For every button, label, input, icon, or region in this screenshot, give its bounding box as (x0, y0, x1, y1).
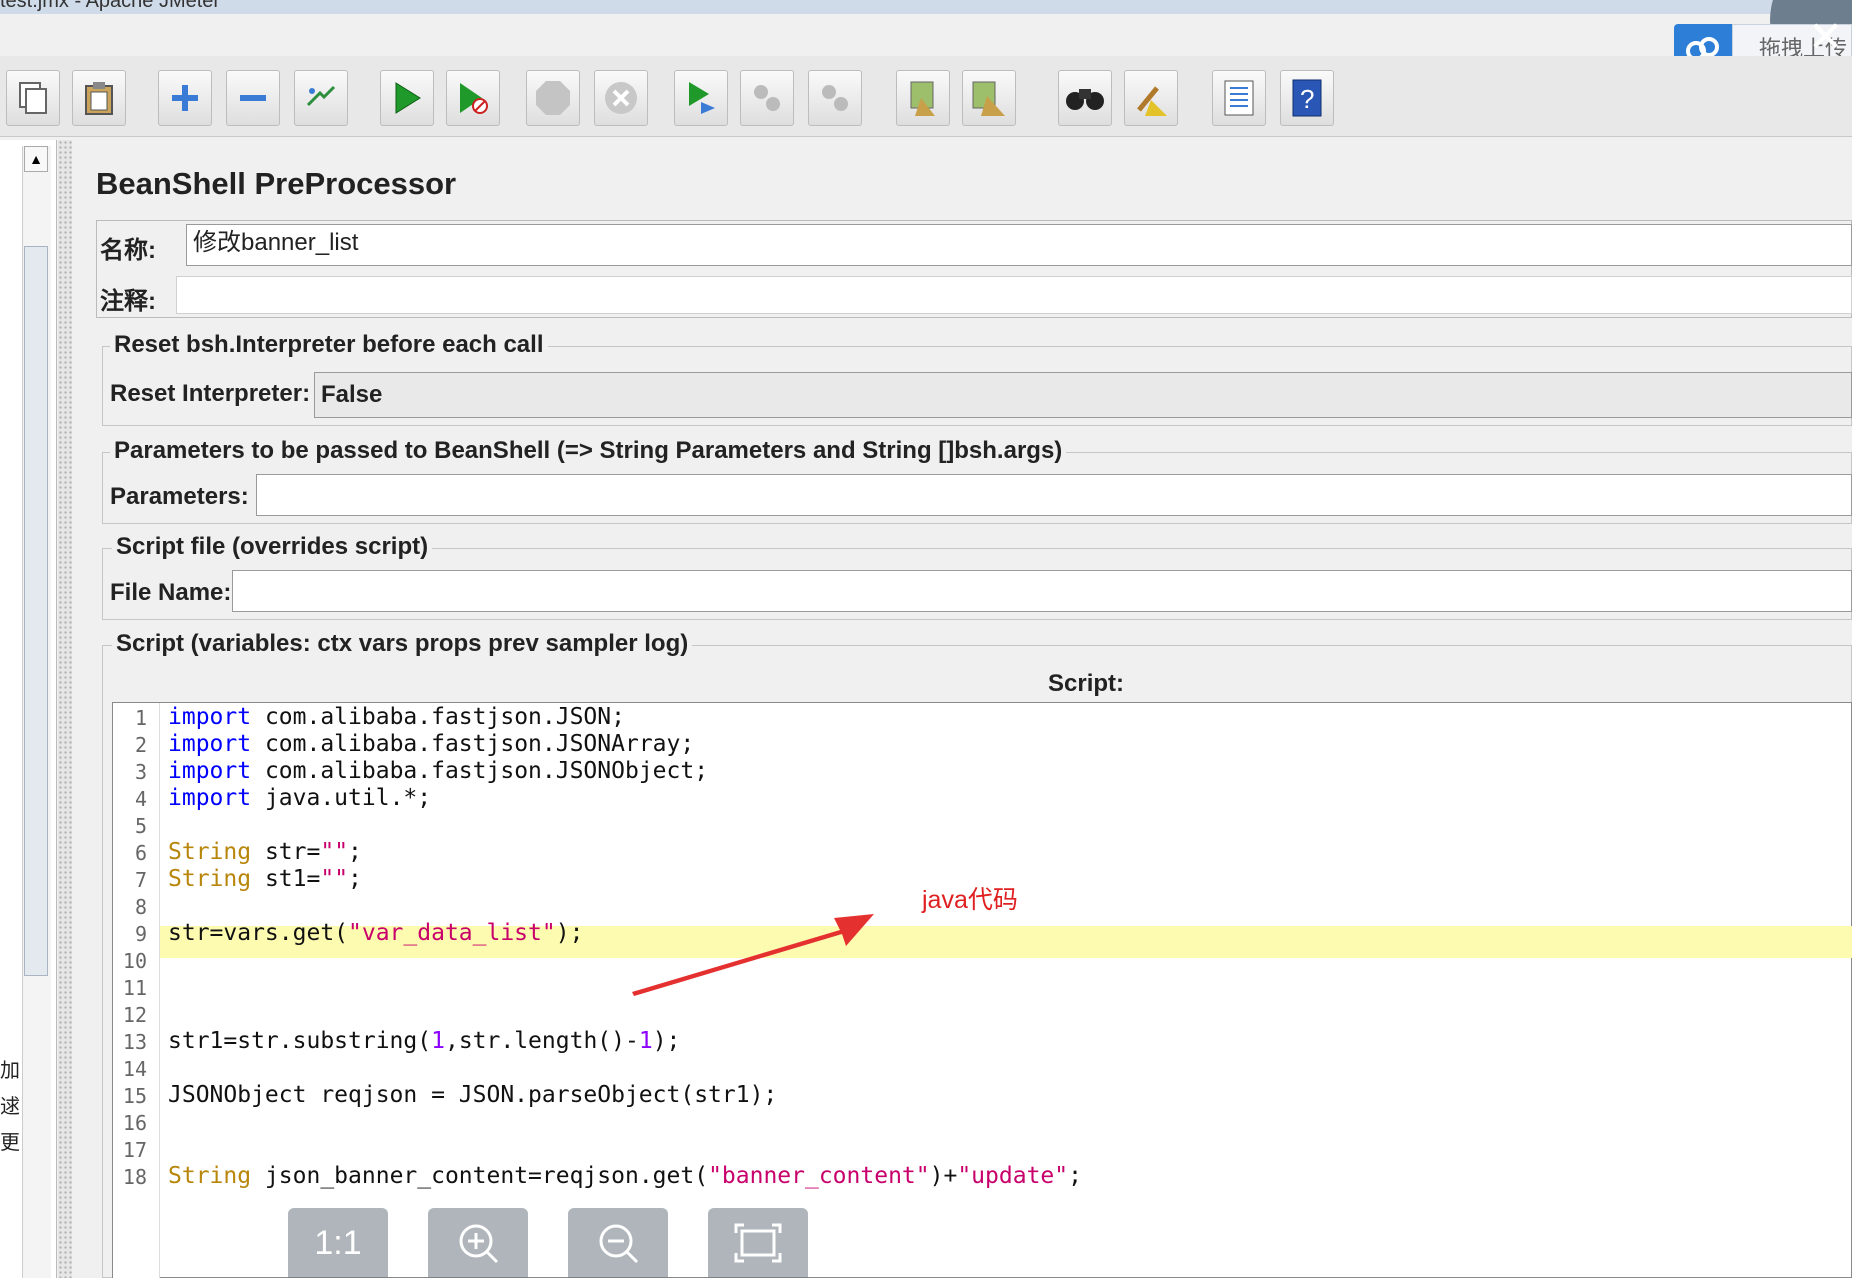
minus-icon (238, 83, 268, 113)
search-button[interactable] (1058, 70, 1112, 126)
broom-icon (905, 78, 941, 118)
comment-field[interactable] (176, 276, 1852, 314)
code-line[interactable]: import com.alibaba.fastjson.JSONArray; (168, 731, 694, 757)
line-number: 18 (122, 1165, 147, 1189)
parameters-field[interactable] (256, 474, 1852, 516)
start-no-pause-button[interactable] (446, 70, 500, 126)
tree-scroll-thumb[interactable] (24, 246, 48, 976)
script-label: Script: (1048, 670, 1125, 697)
expand-button[interactable] (158, 70, 212, 126)
tree-item-fragment[interactable]: 更 (0, 1126, 20, 1155)
code-line[interactable]: JSONObject reqjson = JSON.parseObject(st… (168, 1082, 777, 1108)
line-number: 4 (134, 787, 147, 811)
play-no-timers-icon (456, 81, 490, 115)
reset-interpreter-label: Reset Interpreter: (110, 380, 311, 407)
tree-item-fragment[interactable]: 加 (0, 1054, 20, 1083)
line-number: 16 (122, 1111, 147, 1135)
line-number: 11 (122, 976, 147, 1000)
line-number: 10 (122, 949, 147, 973)
fit-screen-button[interactable] (708, 1208, 808, 1278)
file-name-label: File Name: (110, 579, 232, 606)
actual-size-button[interactable]: 1:1 (288, 1208, 388, 1278)
line-number: 9 (134, 922, 147, 946)
svg-text:?: ? (1300, 84, 1314, 114)
name-label: 名称: (100, 237, 156, 264)
remote-start-button[interactable] (674, 70, 728, 126)
split-pane-divider[interactable] (58, 140, 72, 1278)
reset-search-icon (1131, 78, 1171, 118)
paste-button[interactable] (72, 70, 126, 126)
stop-icon (535, 80, 571, 116)
parameters-group-title: Parameters to be passed to BeanShell (=>… (110, 437, 1067, 465)
remote-stop-icon (749, 80, 785, 116)
script-group-title: Script (variables: ctx vars props prev s… (112, 630, 693, 658)
list-icon (1222, 79, 1256, 117)
line-number: 3 (134, 760, 147, 784)
code-line[interactable]: String str=""; (168, 839, 362, 865)
code-line[interactable]: import com.alibaba.fastjson.JSON; (168, 704, 625, 730)
zoom-out-icon (599, 1224, 639, 1264)
annotation-arrow (632, 914, 874, 996)
line-number: 6 (134, 841, 147, 865)
line-number: 17 (122, 1138, 147, 1162)
annotation-label: java代码 (922, 886, 1018, 914)
line-number: 13 (122, 1030, 147, 1054)
shutdown-button[interactable] (594, 70, 648, 126)
play-icon (392, 81, 422, 115)
window-title-bar: test.jmx - Apache JMeter (0, 0, 1852, 14)
code-line[interactable]: import java.util.*; (168, 785, 431, 811)
line-number: 15 (122, 1084, 147, 1108)
clear-button[interactable] (896, 70, 950, 126)
start-button[interactable] (380, 70, 434, 126)
page-title: BeanShell PreProcessor (96, 166, 457, 201)
collapse-button[interactable] (226, 70, 280, 126)
code-line[interactable]: String json_banner_content=reqjson.get("… (168, 1163, 1082, 1189)
reset-group-title: Reset bsh.Interpreter before each call (110, 331, 548, 359)
remote-stop-button[interactable] (740, 70, 794, 126)
close-icon[interactable]: ✕ (1808, 12, 1843, 61)
line-number: 5 (134, 814, 147, 838)
stop-button[interactable] (526, 70, 580, 126)
script-file-group-title: Script file (overrides script) (112, 533, 433, 561)
window-title: test.jmx - Apache JMeter (0, 0, 221, 12)
code-line[interactable]: str1=str.substring(1,str.length()-1); (168, 1028, 680, 1054)
comment-label: 注释: (100, 288, 156, 315)
tree-item-fragment[interactable]: 逑 (0, 1090, 20, 1119)
scroll-up-arrow-icon[interactable]: ▲ (24, 146, 48, 172)
plus-icon (170, 83, 200, 113)
file-name-field[interactable] (232, 570, 1852, 612)
binoculars-icon (1065, 83, 1105, 113)
line-number: 14 (122, 1057, 147, 1081)
remote-start-icon (683, 80, 719, 116)
zoom-out-button[interactable] (568, 1208, 668, 1278)
broom-all-icon (969, 78, 1009, 118)
remote-shutdown-icon (817, 80, 853, 116)
shutdown-icon (603, 80, 639, 116)
line-number: 12 (122, 1003, 147, 1027)
function-helper-button[interactable] (1212, 70, 1266, 126)
line-number: 1 (134, 706, 147, 730)
line-number: 7 (134, 868, 147, 892)
line-number: 8 (134, 895, 147, 919)
paste-icon (82, 80, 116, 116)
remote-shutdown-button[interactable] (808, 70, 862, 126)
code-line[interactable]: str=vars.get("var_data_list"); (168, 920, 583, 946)
help-icon: ? (1290, 78, 1324, 118)
code-line[interactable]: import com.alibaba.fastjson.JSONObject; (168, 758, 708, 784)
fit-screen-icon (734, 1223, 782, 1263)
copy-button[interactable] (6, 70, 60, 126)
zoom-in-button[interactable] (428, 1208, 528, 1278)
name-field[interactable]: 修改banner_list (186, 224, 1852, 266)
copy-icon (16, 81, 50, 115)
parameters-label: Parameters: (110, 483, 249, 510)
toggle-icon (304, 81, 338, 115)
help-button[interactable]: ? (1280, 70, 1334, 126)
clear-all-button[interactable] (962, 70, 1016, 126)
toggle-button[interactable] (294, 70, 348, 126)
reset-search-button[interactable] (1124, 70, 1178, 126)
code-line[interactable]: String st1=""; (168, 866, 362, 892)
reset-interpreter-select[interactable]: False (314, 372, 1852, 418)
zoom-in-icon (459, 1224, 499, 1264)
line-number: 2 (134, 733, 147, 757)
